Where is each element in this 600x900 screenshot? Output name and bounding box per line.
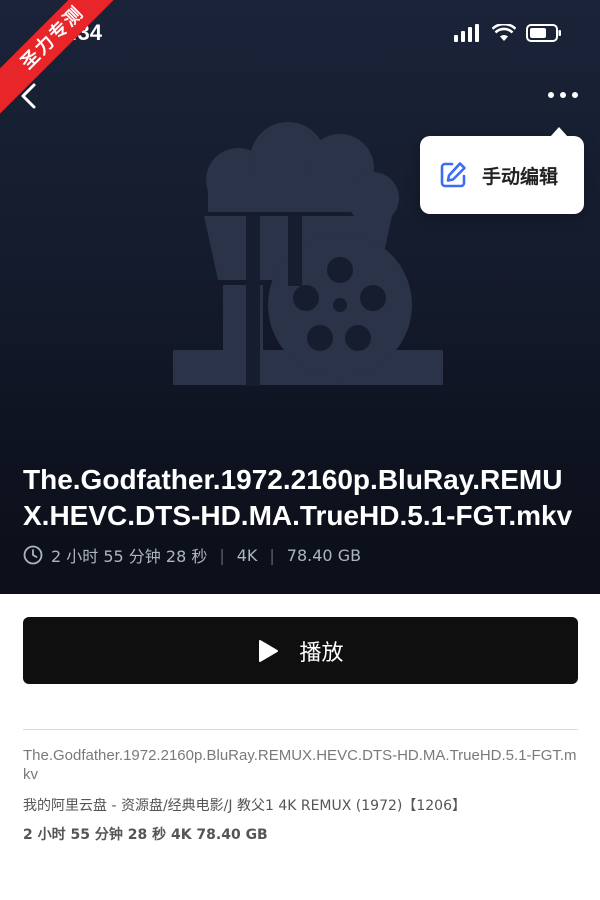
edit-icon (440, 162, 466, 188)
play-button[interactable]: 播放 (23, 617, 578, 684)
more-menu-popover[interactable]: 手动编辑 (420, 127, 584, 214)
play-button-label: 播放 (299, 640, 344, 666)
status-icons (454, 24, 562, 42)
file-name: The.Godfather.1972.2160p.BluRay.REMUX.HE… (23, 747, 577, 783)
battery-icon (526, 24, 561, 42)
movie-title: The.Godfather.1972.2160p.BluRay.REMUX.HE… (23, 464, 573, 531)
file-path: 我的阿里云盘 - 资源盘/经典电影/J 教父1 4K REMUX (1972)【… (23, 798, 466, 814)
clock-icon (23, 545, 43, 565)
movie-duration: 2 小时 55 分钟 28 秒 (51, 547, 208, 566)
more-dots-icon[interactable] (546, 84, 580, 106)
file-summary: 2 小时 55 分钟 28 秒 4K 78.40 GB (23, 827, 268, 843)
wifi-icon (492, 24, 516, 41)
hero-section: 9:34 The.Godfather.1972.2160p.BluRay.REM… (0, 0, 600, 594)
meta-separator: | (219, 545, 225, 565)
movie-quality: 4K (236, 545, 258, 565)
popcorn-film-reel-icon (173, 122, 443, 386)
movie-meta: 2 小时 55 分钟 28 秒 | 4K | 78.40 GB (23, 543, 361, 567)
signal-icon (454, 24, 479, 42)
divider (23, 729, 578, 730)
manual-edit-menu-item[interactable]: 手动编辑 (482, 162, 558, 189)
play-icon (259, 639, 279, 662)
meta-separator: | (269, 545, 275, 565)
movie-size: 78.40 GB (286, 545, 362, 565)
